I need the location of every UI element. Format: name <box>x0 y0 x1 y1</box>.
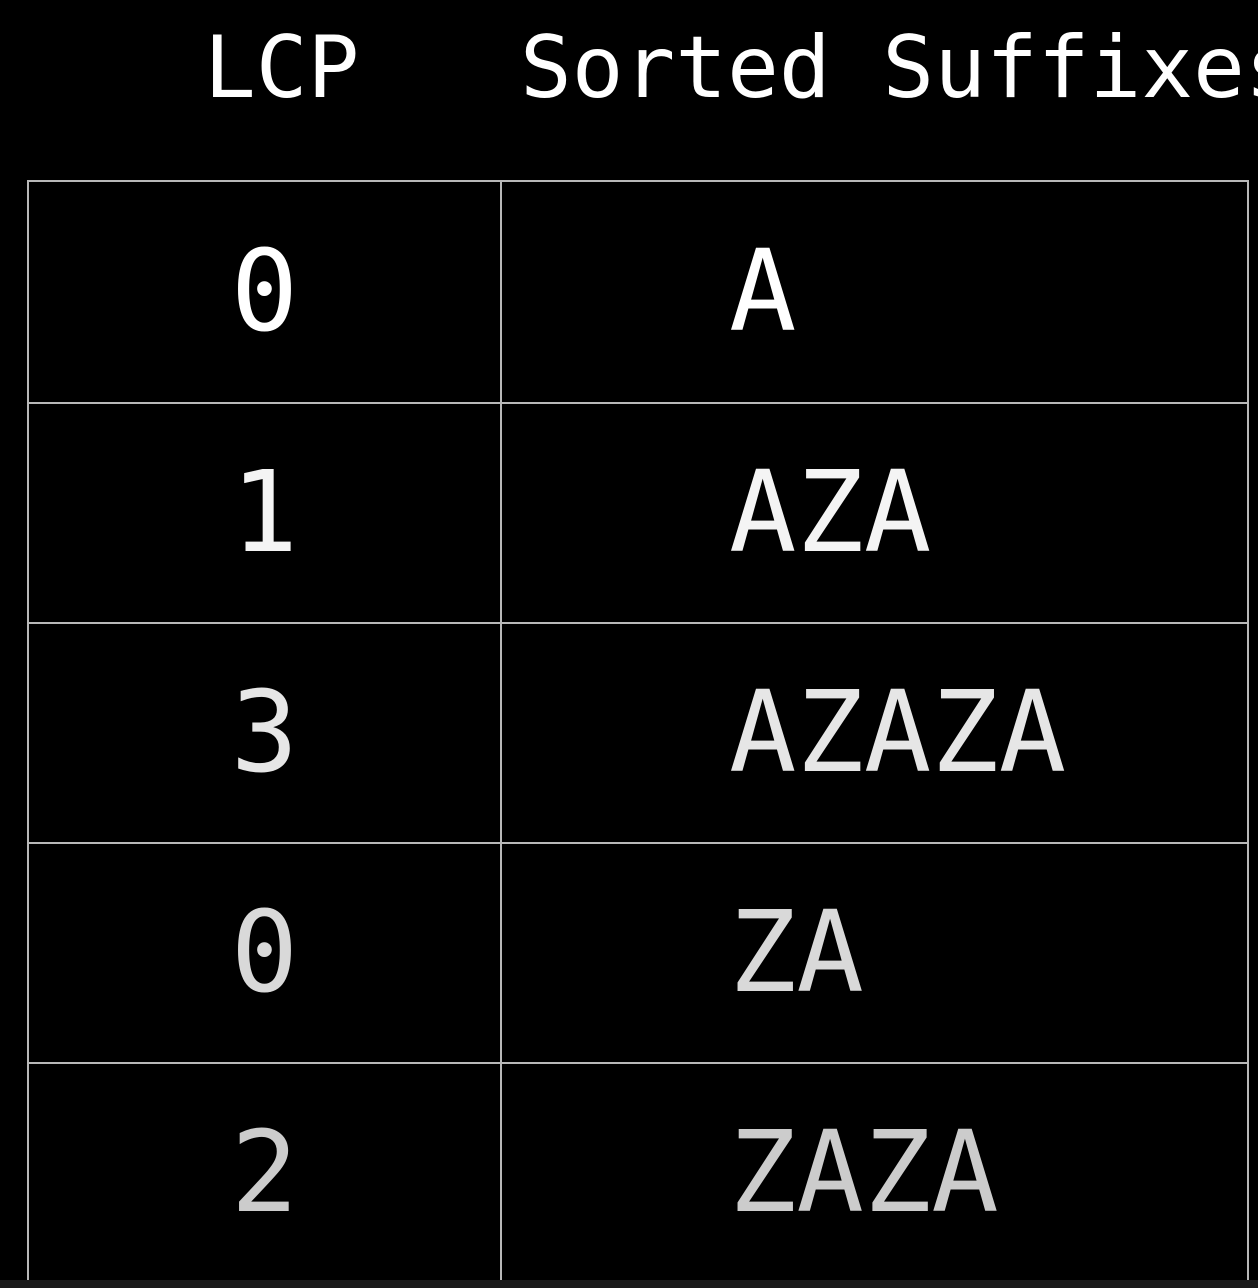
lcp-table: 0 A 1 AZA 3 AZAZA 0 ZA 2 ZAZA <box>27 180 1249 1286</box>
suffix-value: ZA <box>729 888 864 1018</box>
suffix-value: A <box>729 227 797 357</box>
lcp-value: 0 <box>230 227 299 357</box>
bottom-edge <box>0 1280 1258 1288</box>
lcp-column-header: LCP <box>204 18 360 118</box>
lcp-value: 1 <box>230 448 299 578</box>
lcp-value: 3 <box>230 668 299 798</box>
lcp-value: 0 <box>230 888 299 1018</box>
table-row: 2 ZAZA <box>29 1062 1247 1282</box>
table-row: 3 AZAZA <box>29 622 1247 842</box>
sorted-suffixes-column-header: Sorted Suffixes <box>520 18 1258 118</box>
table-row: 0 ZA <box>29 842 1247 1062</box>
table-row: 1 AZA <box>29 402 1247 622</box>
suffix-value: AZA <box>729 448 932 578</box>
table-row: 0 A <box>29 182 1247 402</box>
suffix-value: AZAZA <box>729 668 1067 798</box>
lcp-value: 2 <box>230 1108 299 1238</box>
suffix-value: ZAZA <box>729 1108 999 1238</box>
